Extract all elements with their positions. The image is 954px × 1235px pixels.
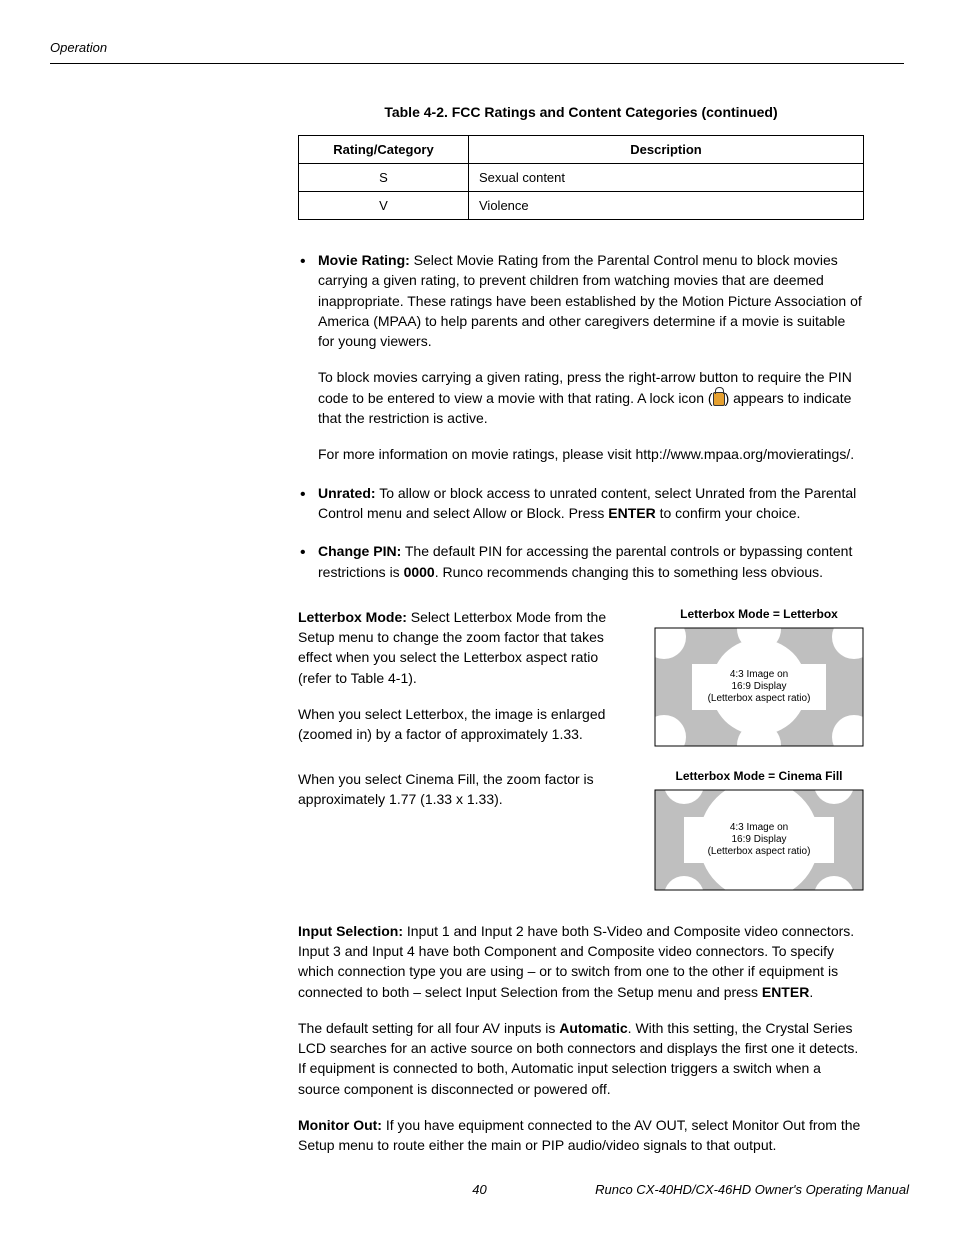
table-row: V Violence — [299, 192, 864, 220]
enter-key: ENTER — [608, 505, 655, 521]
svg-text:4:3 Image on: 4:3 Image on — [730, 669, 788, 680]
text: If you have equipment connected to the A… — [298, 1117, 860, 1153]
svg-text:(Letterbox aspect ratio): (Letterbox aspect ratio) — [708, 693, 811, 704]
pin-value: 0000 — [404, 564, 435, 580]
label: Input Selection: — [298, 923, 403, 939]
cell-rating: V — [299, 192, 469, 220]
letterbox-text: When you select Cinema Fill, the zoom fa… — [298, 769, 634, 826]
bullet-unrated: Unrated: To allow or block access to unr… — [298, 483, 864, 524]
footer-title: Runco CX-40HD/CX-46HD Owner's Operating … — [595, 1182, 909, 1197]
label: Movie Rating: — [318, 252, 410, 268]
figure-title: Letterbox Mode = Cinema Fill — [654, 769, 864, 783]
label: Change PIN: — [318, 543, 401, 559]
letterbox-text: Letterbox Mode: Select Letterbox Mode fr… — [298, 607, 634, 761]
letterbox-figure-2: Letterbox Mode = Cinema Fill 4:3 Image o… — [654, 769, 864, 891]
letterbox-row-2: When you select Cinema Fill, the zoom fa… — [298, 769, 864, 891]
label: Monitor Out: — [298, 1117, 382, 1133]
main-content: Table 4-2. FCC Ratings and Content Categ… — [298, 104, 864, 1156]
cell-desc: Sexual content — [469, 164, 864, 192]
text: When you select Cinema Fill, the zoom fa… — [298, 769, 634, 810]
text: The default setting for all four AV inpu… — [298, 1020, 559, 1036]
letterbox-figure-1: Letterbox Mode = Letterbox 4:3 Image on … — [654, 607, 864, 747]
lock-icon — [713, 392, 725, 406]
automatic-label: Automatic — [559, 1020, 627, 1036]
text: For more information on movie ratings, p… — [318, 446, 854, 462]
bullet-list: Movie Rating: Select Movie Rating from t… — [298, 250, 864, 582]
text: When you select Letterbox, the image is … — [298, 704, 634, 745]
text: to confirm your choice. — [656, 505, 801, 521]
footer: 40 Runco CX-40HD/CX-46HD Owner's Operati… — [50, 1182, 909, 1197]
figure-title: Letterbox Mode = Letterbox — [654, 607, 864, 621]
label: Unrated: — [318, 485, 376, 501]
th-description: Description — [469, 136, 864, 164]
ratings-table: Rating/Category Description S Sexual con… — [298, 135, 864, 220]
text: . Runco recommends changing this to some… — [435, 564, 823, 580]
table-caption: Table 4-2. FCC Ratings and Content Categ… — [298, 104, 864, 120]
letterbox-diagram-icon: 4:3 Image on 16:9 Display (Letterbox asp… — [654, 627, 864, 747]
input-selection-para: Input Selection: Input 1 and Input 2 hav… — [298, 921, 864, 1002]
svg-text:(Letterbox aspect ratio): (Letterbox aspect ratio) — [708, 846, 811, 857]
cell-rating: S — [299, 164, 469, 192]
cell-desc: Violence — [469, 192, 864, 220]
svg-text:16:9 Display: 16:9 Display — [731, 834, 786, 845]
text: . — [809, 984, 813, 1000]
cinema-fill-diagram-icon: 4:3 Image on 16:9 Display (Letterbox asp… — [654, 789, 864, 891]
th-rating: Rating/Category — [299, 136, 469, 164]
bullet-movie-rating: Movie Rating: Select Movie Rating from t… — [298, 250, 864, 465]
header-section: Operation — [50, 40, 904, 55]
input-selection-para2: The default setting for all four AV inpu… — [298, 1018, 864, 1099]
svg-text:4:3 Image on: 4:3 Image on — [730, 822, 788, 833]
header-rule — [50, 63, 904, 64]
letterbox-row-1: Letterbox Mode: Select Letterbox Mode fr… — [298, 607, 864, 761]
monitor-out-para: Monitor Out: If you have equipment conne… — [298, 1115, 864, 1156]
table-header-row: Rating/Category Description — [299, 136, 864, 164]
label: Letterbox Mode: — [298, 609, 407, 625]
page-number: 40 — [472, 1182, 486, 1197]
svg-text:16:9 Display: 16:9 Display — [731, 681, 786, 692]
bullet-change-pin: Change PIN: The default PIN for accessin… — [298, 541, 864, 582]
enter-key: ENTER — [762, 984, 809, 1000]
table-row: S Sexual content — [299, 164, 864, 192]
